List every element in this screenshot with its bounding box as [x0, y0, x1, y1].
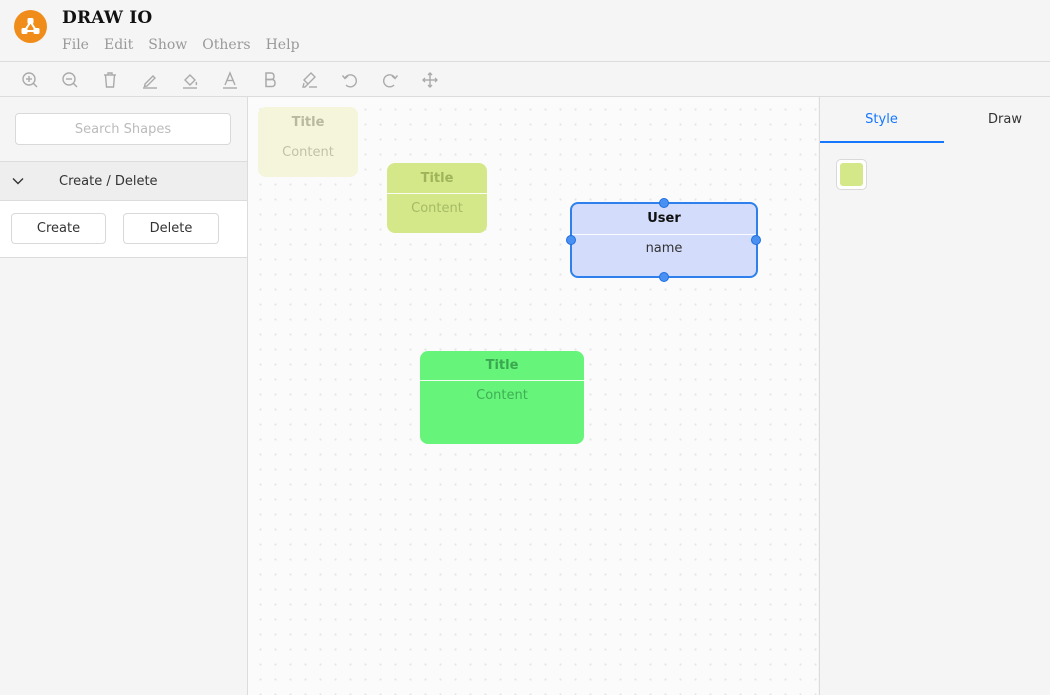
- app-title: DRAW IO: [62, 8, 153, 28]
- section-title: Create / Delete: [59, 174, 158, 189]
- node-title: Title: [420, 171, 454, 186]
- app-logo-icon: [14, 10, 47, 43]
- redo-icon[interactable]: [380, 70, 400, 90]
- section-header-create-delete[interactable]: Create / Delete: [0, 161, 247, 201]
- move-icon[interactable]: [420, 70, 440, 90]
- toolbar: [0, 63, 1050, 97]
- node-title: Title: [291, 115, 325, 130]
- canvas-node[interactable]: Title Content: [258, 107, 358, 177]
- resize-handle-bottom[interactable]: [659, 272, 669, 282]
- resize-handle-right[interactable]: [751, 235, 761, 245]
- search-shapes-input[interactable]: [15, 113, 231, 145]
- tab-style[interactable]: Style: [820, 97, 943, 143]
- chevron-down-icon: [12, 178, 24, 185]
- menu-others[interactable]: Others: [202, 37, 250, 53]
- bold-icon[interactable]: [260, 70, 280, 90]
- menu-file[interactable]: File: [62, 37, 89, 53]
- app-window: DRAW IO File Edit Show Others Help Searc…: [0, 0, 1050, 695]
- zoom-in-icon[interactable]: [20, 70, 40, 90]
- active-tab-indicator: [820, 141, 944, 143]
- zoom-out-icon[interactable]: [60, 70, 80, 90]
- node-content: Content: [411, 201, 463, 216]
- trash-icon[interactable]: [100, 70, 120, 90]
- menu-show[interactable]: Show: [148, 37, 187, 53]
- font-color-icon[interactable]: [220, 70, 240, 90]
- resize-handle-top[interactable]: [659, 198, 669, 208]
- canvas-node[interactable]: Title Content: [420, 351, 584, 444]
- node-divider: [387, 193, 487, 194]
- fill-icon[interactable]: [180, 70, 200, 90]
- tab-draw[interactable]: Draw: [959, 97, 1050, 143]
- resize-handle-left[interactable]: [566, 235, 576, 245]
- menu-help[interactable]: Help: [266, 37, 300, 53]
- shapes-sidebar: Create / Delete Create Delete: [0, 97, 248, 695]
- node-divider: [420, 380, 584, 381]
- pen-icon[interactable]: [140, 70, 160, 90]
- section-body: Create Delete: [0, 201, 247, 258]
- color-picker-button[interactable]: [836, 159, 867, 190]
- create-button[interactable]: Create: [11, 213, 106, 244]
- menu-bar: File Edit Show Others Help: [62, 37, 315, 53]
- highlighter-icon[interactable]: [300, 70, 320, 90]
- canvas-node[interactable]: Title Content: [387, 163, 487, 233]
- node-title: Title: [485, 358, 519, 373]
- node-content: Content: [476, 388, 528, 403]
- node-content: Content: [282, 145, 334, 160]
- node-divider: [572, 234, 756, 235]
- color-swatch: [840, 163, 863, 186]
- node-title: User: [647, 211, 681, 226]
- selected-canvas-node[interactable]: User name: [570, 202, 758, 278]
- undo-icon[interactable]: [340, 70, 360, 90]
- header: DRAW IO File Edit Show Others Help: [0, 0, 1050, 62]
- delete-button[interactable]: Delete: [123, 213, 219, 244]
- menu-edit[interactable]: Edit: [104, 37, 133, 53]
- drawing-canvas[interactable]: Title Content Title Content User name Ti…: [248, 97, 818, 695]
- properties-panel: Style Draw: [819, 97, 1050, 695]
- node-content: name: [645, 241, 683, 256]
